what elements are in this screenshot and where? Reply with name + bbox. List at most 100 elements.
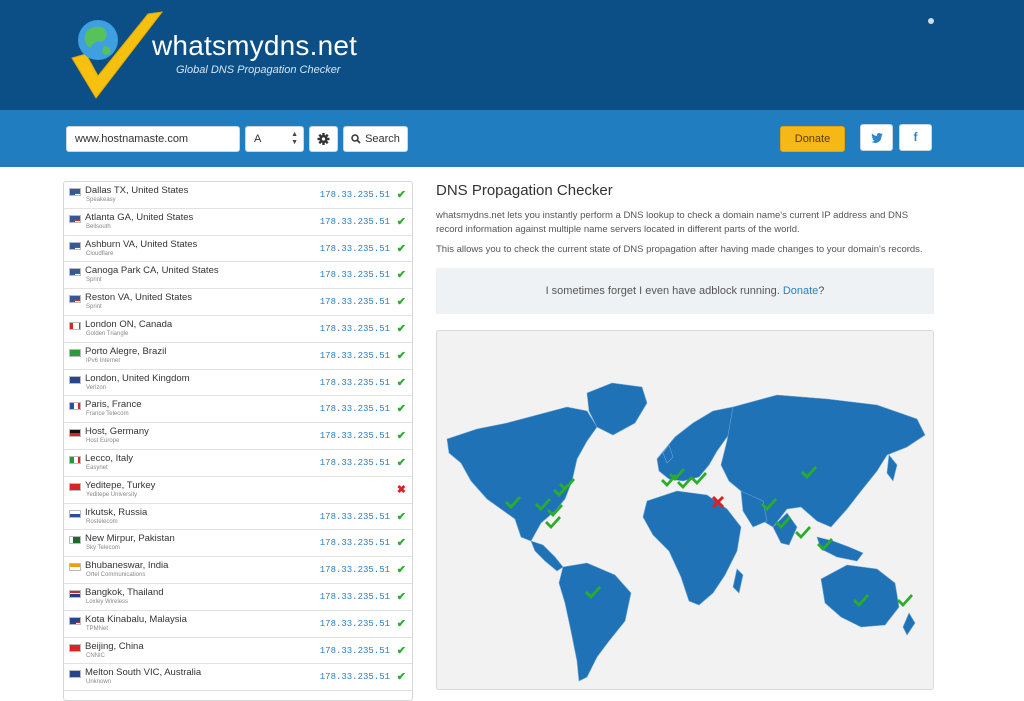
result-ip: 178.33.235.51 bbox=[319, 672, 390, 683]
result-location: Bangkok, Thailand bbox=[85, 586, 164, 598]
table-row[interactable]: Porto Alegre, Brazil IPv6 Internet 178.33.… bbox=[64, 343, 412, 370]
flag-icon bbox=[69, 455, 81, 464]
flag-icon bbox=[69, 268, 81, 277]
result-provider: Yeditepe University bbox=[86, 491, 138, 498]
flag-icon bbox=[69, 643, 81, 652]
flag-icon bbox=[69, 670, 81, 679]
gear-icon bbox=[317, 133, 330, 145]
search-toolbar: A ▲▼ Search Donate f bbox=[0, 110, 1024, 167]
result-provider: France Telecom bbox=[86, 411, 129, 418]
table-row[interactable]: Kota Kinabalu, Malaysia TPMNet 178.33.235.… bbox=[64, 611, 412, 638]
table-row[interactable]: London, United Kingdom Verizon 178.33.235.… bbox=[64, 370, 412, 397]
adblock-donate-link[interactable]: Donate bbox=[783, 285, 818, 297]
result-provider: Loxley Wireless bbox=[86, 598, 129, 605]
site-name[interactable]: whatsmydns.net bbox=[152, 30, 357, 62]
table-row[interactable]: Melton South VIC, Australia Unknown 178.33… bbox=[64, 664, 412, 692]
result-location: Dallas TX, United States bbox=[85, 185, 189, 196]
record-type-value: A bbox=[254, 133, 262, 145]
check-icon: ✔ bbox=[396, 590, 406, 603]
result-ip: 178.33.235.51 bbox=[319, 377, 390, 388]
flag-icon bbox=[69, 214, 81, 223]
result-ip: 178.33.235.51 bbox=[319, 243, 390, 254]
table-row[interactable]: Canoga Park CA, United States Sprint 178.3… bbox=[64, 262, 412, 290]
world-map-svg bbox=[446, 382, 926, 682]
donate-button[interactable]: Donate bbox=[780, 126, 845, 152]
result-provider: Easynet bbox=[86, 464, 108, 471]
flag-icon bbox=[69, 616, 81, 625]
search-button[interactable]: Search bbox=[343, 126, 408, 152]
result-ip: 178.33.235.51 bbox=[319, 190, 390, 200]
result-ip: 178.33.235.51 bbox=[319, 565, 390, 576]
result-provider: Bellsouth bbox=[86, 223, 111, 230]
result-ip: 178.33.235.51 bbox=[319, 216, 390, 227]
flag-icon bbox=[69, 295, 81, 304]
select-arrows-icon: ▲ ▼ bbox=[291, 131, 298, 146]
result-location: Lecco, Italy bbox=[85, 452, 134, 464]
search-button-label: Search bbox=[365, 133, 400, 145]
result-ip: 178.33.235.51 bbox=[319, 645, 390, 656]
result-provider: Rostelecom bbox=[86, 518, 118, 525]
result-location: Bhubaneswar, India bbox=[85, 560, 169, 572]
table-row[interactable]: Lecco, Italy Easynet 178.33.235.51 ✔ bbox=[64, 450, 412, 477]
facebook-button[interactable]: f bbox=[899, 124, 932, 151]
result-ip: 178.33.235.51 bbox=[319, 457, 390, 468]
result-provider: Sprint bbox=[86, 277, 102, 284]
result-ip: 178.33.235.51 bbox=[319, 297, 390, 308]
result-ip: 178.33.235.51 bbox=[319, 511, 390, 522]
world-map[interactable] bbox=[436, 330, 934, 690]
flag-icon bbox=[69, 563, 81, 572]
table-row[interactable]: Bhubaneswar, India Ortel Communications 17… bbox=[64, 557, 412, 584]
table-row[interactable]: Yeditepe, Turkey Yeditepe University ✖ bbox=[64, 477, 412, 504]
flag-icon bbox=[69, 321, 81, 330]
result-provider: TPMNet bbox=[86, 625, 109, 632]
results-list: Dallas TX, United States Speakeasy 178.33.… bbox=[63, 181, 413, 701]
result-provider: Golden Triangle bbox=[86, 330, 129, 337]
check-icon: ✔ bbox=[396, 617, 406, 630]
result-location: Kota Kinabalu, Malaysia bbox=[85, 613, 187, 625]
header-dot bbox=[928, 18, 934, 24]
table-row[interactable]: Reston VA, United States Sprint 178.33.235… bbox=[64, 289, 412, 316]
check-icon: ✔ bbox=[396, 403, 406, 416]
check-icon: ✔ bbox=[396, 510, 406, 523]
page-description-2: This allows you to check the current sta… bbox=[436, 244, 923, 255]
check-icon: ✔ bbox=[396, 349, 406, 362]
site-tagline: Global DNS Propagation Checker bbox=[176, 64, 341, 76]
check-icon: ✔ bbox=[396, 376, 406, 389]
result-location: New Mirpur, Pakistan bbox=[85, 533, 175, 545]
table-row[interactable]: Atlanta GA, United States Bellsouth 178.33… bbox=[64, 209, 412, 236]
flag-icon bbox=[69, 348, 81, 357]
adblock-notice: I sometimes forget I even have adblock r… bbox=[436, 268, 934, 314]
adblock-suffix: ? bbox=[818, 285, 825, 297]
result-location: Porto Alegre, Brazil bbox=[85, 345, 167, 357]
result-ip: 178.33.235.51 bbox=[319, 591, 390, 602]
table-row[interactable]: London ON, Canada Golden Triangle 178.33.2… bbox=[64, 316, 412, 343]
table-row[interactable]: New Mirpur, Pakistan Sky Telecom 178.33.23… bbox=[64, 530, 412, 558]
hostname-input[interactable] bbox=[66, 126, 240, 152]
result-location: Irkutsk, Russia bbox=[85, 506, 148, 518]
settings-button[interactable] bbox=[309, 126, 338, 152]
result-location: Host, Germany bbox=[85, 426, 149, 438]
check-icon: ✔ bbox=[396, 215, 406, 228]
result-provider: Sky Telecom bbox=[86, 545, 120, 552]
flag-icon bbox=[69, 375, 81, 384]
table-row[interactable]: Host, Germany Host Europe 178.33.235.51 ✔ bbox=[64, 423, 412, 450]
twitter-button[interactable] bbox=[860, 124, 893, 151]
record-type-select[interactable]: A ▲ ▼ bbox=[245, 126, 304, 152]
site-header: whatsmydns.net Global DNS Propagation Ch… bbox=[0, 0, 1024, 110]
result-location: London ON, Canada bbox=[85, 318, 173, 330]
flag-icon bbox=[69, 188, 81, 196]
table-row[interactable]: Dallas TX, United States Speakeasy 178.33.… bbox=[64, 182, 412, 209]
search-icon bbox=[351, 134, 361, 144]
check-icon: ✔ bbox=[396, 456, 406, 469]
table-row[interactable]: Beijing, China CNNIC 178.33.235.51 ✔ bbox=[64, 638, 412, 665]
check-icon: ✔ bbox=[396, 430, 406, 443]
page-title: DNS Propagation Checker bbox=[436, 182, 613, 199]
table-row[interactable]: Paris, France France Telecom 178.33.235.51… bbox=[64, 396, 412, 424]
table-row[interactable]: Bangkok, Thailand Loxley Wireless 178.33.2… bbox=[64, 584, 412, 611]
table-row[interactable]: Ashburn VA, United States Cloudflare 178.3… bbox=[64, 236, 412, 263]
result-provider: Speakeasy bbox=[86, 197, 116, 203]
result-provider: IPv6 Internet bbox=[86, 357, 121, 364]
main-content: DNS Propagation Checker whatsmydns.net l… bbox=[436, 182, 934, 257]
result-ip: 178.33.235.51 bbox=[319, 404, 390, 415]
table-row[interactable]: Irkutsk, Russia Rostelecom 178.33.235.51 ✔ bbox=[64, 504, 412, 531]
